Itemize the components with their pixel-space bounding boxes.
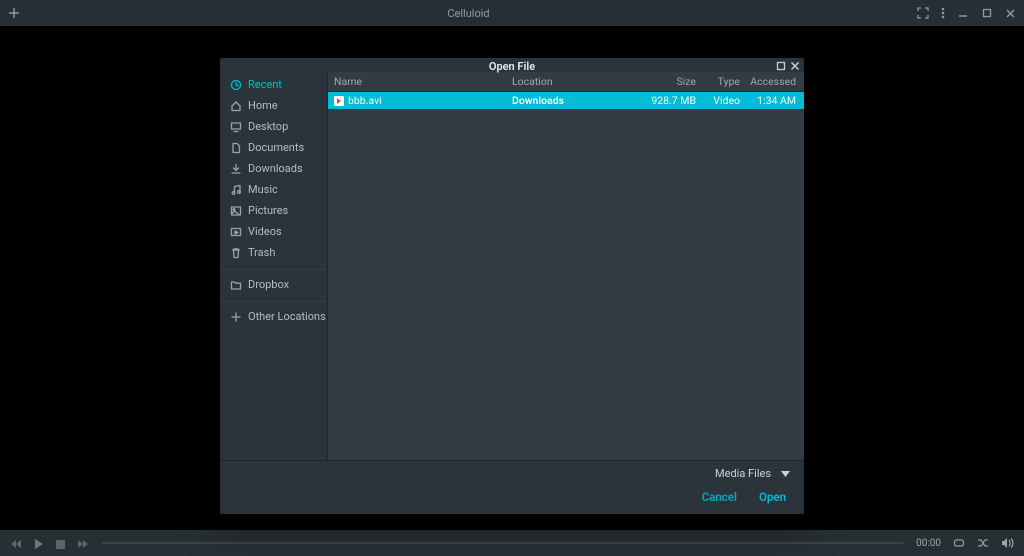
cancel-button[interactable]: Cancel: [702, 490, 737, 504]
col-type[interactable]: Type: [696, 75, 740, 88]
sidebar-item-documents[interactable]: Documents: [220, 137, 327, 158]
sidebar-item-videos[interactable]: Videos: [220, 221, 327, 242]
desktop-icon: [230, 121, 242, 133]
loop-button[interactable]: [953, 534, 965, 553]
sidebar-item-label: Downloads: [248, 162, 303, 175]
video-file-icon: [334, 96, 344, 106]
sidebar-item-label: Recent: [248, 78, 282, 91]
file-list-empty-area[interactable]: [328, 109, 804, 460]
download-icon: [230, 163, 242, 175]
home-icon: [230, 100, 242, 112]
prev-button[interactable]: [10, 534, 22, 553]
sidebar-item-label: Desktop: [248, 120, 288, 133]
chevron-down-icon: [781, 471, 790, 477]
dialog-maximize-button[interactable]: [776, 61, 786, 71]
file-location: Downloads: [512, 94, 636, 107]
open-button[interactable]: Open: [759, 490, 786, 504]
trash-icon: [230, 247, 242, 259]
playback-bar: 00:00: [0, 530, 1024, 556]
fullscreen-button[interactable]: [917, 7, 929, 19]
sidebar-item-trash[interactable]: Trash: [220, 242, 327, 263]
volume-button[interactable]: [1001, 534, 1014, 553]
open-file-dialog: Open File Recent Home Desktop Documents Down…: [220, 58, 804, 514]
maximize-button[interactable]: [981, 7, 993, 19]
sidebar-item-downloads[interactable]: Downloads: [220, 158, 327, 179]
sidebar-item-home[interactable]: Home: [220, 95, 327, 116]
sidebar-item-desktop[interactable]: Desktop: [220, 116, 327, 137]
sidebar-item-label: Dropbox: [248, 278, 289, 291]
sidebar-item-label: Pictures: [248, 204, 288, 217]
sidebar-item-label: Documents: [248, 141, 304, 154]
video-icon: [230, 226, 242, 238]
file-type-filter[interactable]: Media Files: [715, 467, 790, 480]
dialog-titlebar: Open File: [220, 58, 804, 72]
folder-icon: [230, 279, 242, 291]
shuffle-button[interactable]: [977, 534, 989, 553]
stop-button[interactable]: [56, 534, 65, 553]
window-title: Celluloid: [20, 7, 917, 20]
sidebar-item-pictures[interactable]: Pictures: [220, 200, 327, 221]
col-location[interactable]: Location: [512, 75, 636, 88]
column-headers[interactable]: Name Location Size Type Accessed: [328, 72, 804, 92]
col-size[interactable]: Size: [636, 75, 696, 88]
sidebar-item-label: Music: [248, 183, 278, 196]
dialog-title: Open File: [489, 60, 535, 73]
file-size: 928.7 MB: [636, 94, 696, 107]
picture-icon: [230, 205, 242, 217]
minimize-button[interactable]: [957, 7, 969, 19]
file-type: Video: [696, 94, 740, 107]
seek-bar[interactable]: [101, 542, 904, 544]
clock-icon: [230, 79, 242, 91]
sidebar-item-label: Other Locations: [248, 310, 326, 323]
dialog-close-button[interactable]: [790, 61, 800, 71]
file-icon: [230, 142, 242, 154]
file-list: Name Location Size Type Accessed bbb.avi…: [328, 72, 804, 460]
close-button[interactable]: [1005, 8, 1016, 19]
file-accessed: 1:34 AM: [740, 94, 796, 107]
sidebar-item-label: Home: [248, 99, 278, 112]
add-button[interactable]: [8, 7, 20, 19]
plus-icon: [230, 311, 242, 323]
music-icon: [230, 184, 242, 196]
sidebar-item-label: Videos: [248, 225, 282, 238]
app-toolbar: Celluloid: [0, 0, 1024, 26]
col-accessed[interactable]: Accessed: [740, 75, 796, 88]
sidebar-item-dropbox[interactable]: Dropbox: [220, 274, 327, 295]
play-button[interactable]: [34, 534, 44, 553]
filter-label: Media Files: [715, 467, 771, 480]
sidebar-item-music[interactable]: Music: [220, 179, 327, 200]
sidebar-item-label: Trash: [248, 246, 275, 259]
sidebar-item-other-locations[interactable]: Other Locations: [220, 306, 327, 327]
file-name: bbb.avi: [348, 94, 382, 107]
places-sidebar: Recent Home Desktop Documents Downloads Music…: [220, 72, 328, 460]
sidebar-item-recent[interactable]: Recent: [220, 74, 327, 95]
menu-button[interactable]: [941, 7, 945, 19]
col-name[interactable]: Name: [334, 75, 512, 88]
file-row[interactable]: bbb.avi Downloads928.7 MBVideo1:34 AM: [328, 92, 804, 109]
time-display: 00:00: [916, 538, 941, 549]
next-button[interactable]: [77, 534, 89, 553]
